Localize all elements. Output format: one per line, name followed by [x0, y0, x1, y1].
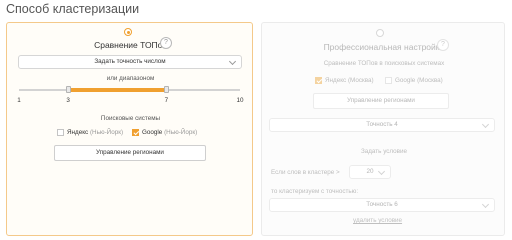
compare-tops-label: Сравнение ТОПов в поисковых системах [323, 60, 445, 67]
precision-select-value: Точность 4 [366, 121, 398, 128]
precision-mode-value: Задать точность числом [94, 58, 166, 65]
yandex-label: Яндекс (Нью-Йорк) [67, 129, 124, 136]
slider-tick-label: 7 [164, 97, 169, 104]
delete-condition-link[interactable]: удалить условие [353, 217, 402, 224]
professional-setting-radio[interactable] [376, 29, 384, 37]
chevron-down-icon [377, 167, 386, 176]
chevron-down-icon [481, 200, 490, 209]
help-icon[interactable]: ? [437, 39, 449, 51]
chevron-down-icon [228, 57, 237, 66]
yandex-checkbox[interactable] [57, 129, 64, 136]
precision-select[interactable]: Точность 4 [269, 118, 495, 132]
google-label: Google (Нью-Йорк) [142, 129, 198, 136]
clustering-method-top-comparison-card[interactable]: Сравнение ТОПов ? Задать точность числом… [6, 22, 253, 236]
yandex-checkbox[interactable] [315, 77, 322, 84]
slider-selected-range [68, 88, 167, 92]
slider-tick-label: 3 [66, 97, 70, 104]
help-icon[interactable]: ? [160, 37, 172, 49]
slider-handle-low[interactable] [65, 86, 71, 93]
google-checkbox[interactable] [385, 77, 392, 84]
slider-tick-label: 10 [236, 97, 244, 104]
range-label: или диапазоном [106, 75, 155, 82]
top-comparison-radio[interactable] [124, 28, 132, 36]
words-count-select[interactable]: 20 [349, 165, 391, 179]
google-checkbox[interactable] [132, 129, 139, 136]
slider-handle-high[interactable] [163, 86, 169, 93]
cluster-precision-label: то кластеризуем с точностью: [271, 188, 359, 195]
manage-regions-button[interactable]: Управление регионами [54, 145, 206, 161]
precision-mode-select[interactable]: Задать точность числом [18, 55, 242, 69]
search-engines-label: Поисковые системы [100, 115, 161, 122]
set-condition-label: Задать условие [360, 148, 408, 155]
condition-precision-select[interactable]: Точность 6 [269, 198, 495, 212]
manage-regions-button[interactable]: Управление регионами [313, 93, 449, 109]
top-comparison-title: Сравнение ТОПов [94, 40, 167, 50]
professional-setting-title: Профессиональная настройка [323, 42, 445, 52]
words-count-value: 20 [366, 168, 374, 175]
yandex-label: Яндекс (Москва) [325, 77, 374, 84]
page-title: Способ кластеризации [6, 2, 140, 16]
google-label: Google (Москва) [395, 77, 443, 84]
precision-range-slider[interactable] [19, 86, 240, 93]
words-in-cluster-label: Если слов в кластере > [271, 169, 340, 176]
condition-precision-value: Точность 6 [366, 201, 398, 208]
chevron-down-icon [481, 120, 490, 129]
slider-tick-label: 1 [17, 97, 21, 104]
clustering-method-professional-card[interactable]: Профессиональная настройка ? Сравнение Т… [261, 22, 505, 236]
